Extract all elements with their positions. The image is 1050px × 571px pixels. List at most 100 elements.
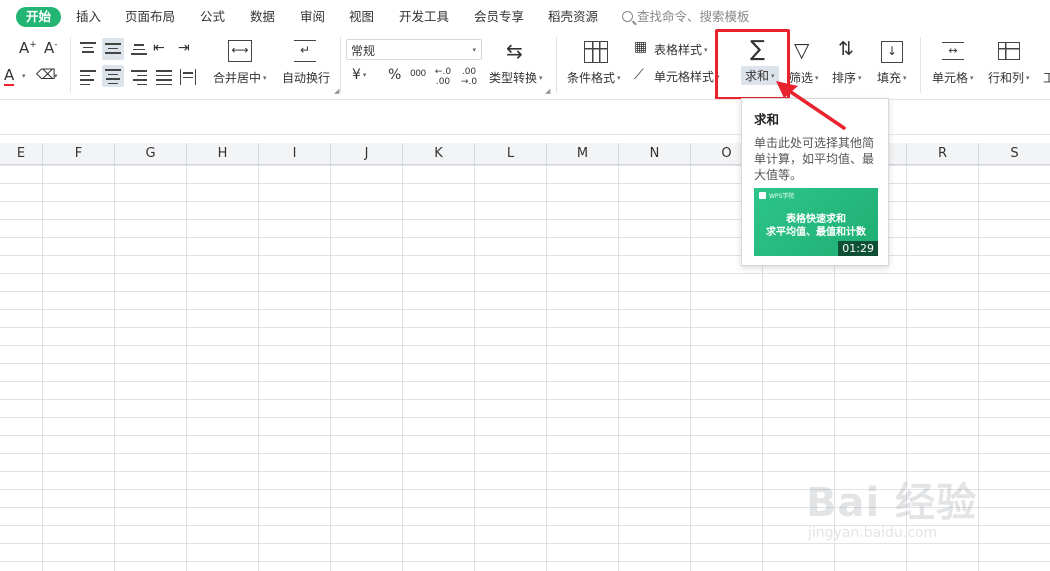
grid-line (42, 165, 43, 571)
align-top-icon[interactable] (80, 42, 96, 58)
arrow-shaft (780, 84, 846, 130)
number-format-value: 常规 (351, 44, 376, 58)
tab-home[interactable]: 开始 (16, 7, 62, 27)
cell-button[interactable]: 单元格 ▾ (932, 69, 974, 86)
tab-developer[interactable]: 开发工具 (399, 7, 449, 27)
font-color-caret[interactable]: ▾ (22, 73, 26, 80)
column-header-row: E F G H I J K L M N O P Q R S (0, 143, 1050, 165)
align-left-icon[interactable] (80, 70, 96, 86)
number-format-select[interactable]: 常规 ▾ (346, 39, 482, 60)
align-center-icon[interactable] (102, 65, 124, 87)
merge-center-icon[interactable]: ⟷ (228, 40, 252, 62)
column-header[interactable]: F (43, 143, 115, 165)
table-style-icon[interactable]: ▦ (634, 40, 647, 54)
ribbon-separator (920, 37, 921, 93)
conditional-format-button[interactable]: 条件格式 ▾ (567, 69, 621, 86)
red-arrow-annotation (776, 81, 846, 130)
align-middle-icon[interactable] (102, 38, 124, 60)
grid-line (618, 165, 619, 571)
tutorial-video-thumbnail[interactable]: WPS学院 表格快速求和 求平均值、最值和计数 01:29 (754, 188, 878, 256)
grid-line (690, 165, 691, 571)
row-col-icon[interactable] (998, 42, 1020, 60)
column-header[interactable]: K (403, 143, 475, 165)
tab-docer[interactable]: 稻壳资源 (548, 7, 598, 27)
column-header[interactable]: H (187, 143, 259, 165)
column-header[interactable]: G (115, 143, 187, 165)
column-header[interactable]: I (259, 143, 331, 165)
thousands-separator-icon[interactable]: 000 (410, 70, 426, 79)
fill-icon[interactable]: ↓ (881, 41, 903, 63)
justify-icon[interactable] (156, 70, 172, 86)
grid-line (474, 165, 475, 571)
filter-icon[interactable]: ▽ (794, 40, 809, 60)
sort-icon[interactable]: ⇅ (838, 40, 854, 59)
grid-line (330, 165, 331, 571)
tab-insert[interactable]: 插入 (76, 7, 101, 27)
type-convert-button[interactable]: 类型转换 ▾ (489, 69, 543, 86)
grid-line (258, 165, 259, 571)
font-color-icon[interactable]: A (4, 66, 15, 86)
align-bottom-icon[interactable] (131, 44, 147, 60)
column-header[interactable]: S (979, 143, 1050, 165)
type-convert-icon[interactable]: ⇆ (506, 41, 523, 61)
grid-line (114, 165, 115, 571)
font-shrink-icon[interactable]: A- (44, 41, 58, 56)
search-placeholder: 查找命令、搜索模板 (637, 9, 750, 24)
fill-button[interactable]: 填充 ▾ (877, 69, 907, 86)
cell-style-button[interactable]: 单元格样式 ▾ (654, 68, 720, 85)
tab-formulas[interactable]: 公式 (200, 7, 225, 27)
baidu-watermark: Bai 经验 jingyan.baidu.com (800, 452, 1040, 552)
indent-decrease-icon[interactable]: ⇤ (153, 41, 165, 55)
ribbon-separator (556, 37, 557, 93)
indent-increase-icon[interactable]: ⇥ (178, 41, 190, 55)
decrease-decimal-icon[interactable]: .00 →.0 (460, 67, 478, 87)
eraser-icon[interactable]: ⌫ (36, 68, 56, 82)
cell-icon[interactable]: ↔ (942, 42, 964, 60)
tooltip-description: 单击此处可选择其他简单计算，如平均值、最大值等。 (754, 136, 875, 182)
merge-center-button[interactable]: 合并居中 ▾ (213, 69, 267, 86)
column-header[interactable]: M (547, 143, 619, 165)
tab-member[interactable]: 会员专享 (474, 7, 524, 27)
column-header[interactable]: J (331, 143, 403, 165)
grid-line (546, 165, 547, 571)
grid-line (402, 165, 403, 571)
grid-line (186, 165, 187, 571)
dialog-launcher-icon[interactable]: ◢ (334, 88, 339, 95)
conditional-format-icon[interactable] (584, 41, 608, 63)
tab-view[interactable]: 视图 (349, 7, 374, 27)
currency-icon[interactable]: ¥ ▾ (352, 68, 366, 82)
eraser-caret[interactable]: ▾ (54, 73, 58, 80)
chevron-down-icon: ▾ (472, 46, 476, 54)
watermark-logo: Bai 经验 (806, 480, 978, 526)
ribbon-separator (340, 37, 341, 93)
font-size-box[interactable] (0, 42, 8, 56)
percent-icon[interactable]: % (388, 68, 401, 82)
table-style-button[interactable]: 表格样式 ▾ (654, 41, 708, 58)
column-header[interactable]: E (0, 143, 43, 165)
row-col-button[interactable]: 行和列 ▾ (988, 69, 1030, 86)
cell-style-icon[interactable]: ⟋ (634, 68, 644, 82)
column-header[interactable]: N (619, 143, 691, 165)
tab-review[interactable]: 审阅 (300, 7, 325, 27)
tab-page-layout[interactable]: 页面布局 (125, 7, 175, 27)
thumb-title-line2: 求平均值、最值和计数 (766, 227, 866, 238)
command-search[interactable]: 查找命令、搜索模板 (622, 7, 750, 27)
wrap-text-icon[interactable]: ↵ (294, 40, 316, 62)
wps-logo-icon (759, 192, 766, 199)
watermark-url: jingyan.baidu.com (808, 525, 938, 541)
wrap-text-button[interactable]: 自动换行 (282, 69, 330, 86)
column-header[interactable]: L (475, 143, 547, 165)
font-grow-icon[interactable]: A+ (19, 41, 37, 56)
ribbon: A+ A- A ▾ ⌫ ▾ ⇤ ⇥ ⟷ 合并居中 ▾ ↵ 自动换行 ◢ 常规 ▾ … (0, 33, 1050, 97)
ribbon-separator (70, 37, 71, 93)
dialog-launcher-icon[interactable]: ◢ (545, 88, 550, 95)
thumb-logo-text: WPS学院 (769, 193, 795, 200)
worksheet-button[interactable]: 工 (1043, 69, 1050, 86)
column-header[interactable]: R (907, 143, 979, 165)
formula-bar-area (0, 99, 1050, 135)
increase-decimal-icon[interactable]: ←.0.00 (434, 67, 452, 87)
align-right-icon[interactable] (131, 70, 147, 86)
tab-data[interactable]: 数据 (250, 7, 275, 27)
menu-bar: 开始 插入 页面布局 公式 数据 审阅 视图 开发工具 会员专享 稻壳资源 查找… (0, 0, 1050, 33)
distributed-icon[interactable] (180, 69, 196, 85)
